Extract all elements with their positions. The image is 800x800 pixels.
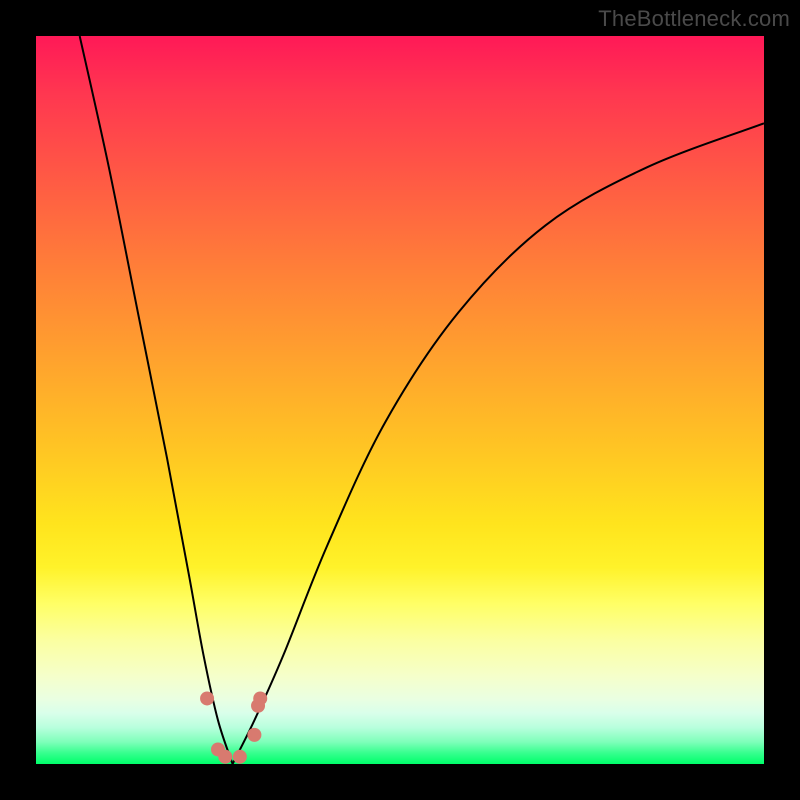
curve-right-branch (233, 123, 764, 764)
curve-layer (36, 36, 764, 764)
marker-point (233, 750, 247, 764)
marker-point (253, 691, 267, 705)
watermark-text: TheBottleneck.com (598, 6, 790, 32)
marker-point (200, 691, 214, 705)
marker-point (218, 750, 232, 764)
marker-point (247, 728, 261, 742)
chart-frame: TheBottleneck.com (0, 0, 800, 800)
curve-left-branch (80, 36, 233, 764)
highlight-markers (200, 691, 267, 763)
plot-area (36, 36, 764, 764)
